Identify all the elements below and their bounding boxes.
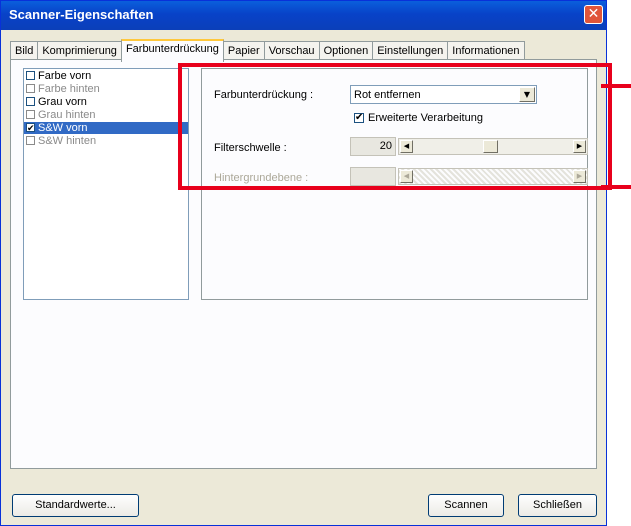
checkbox-icon[interactable] — [26, 136, 35, 145]
list-item-label: Farbe hinten — [38, 83, 100, 95]
checkbox-icon[interactable] — [26, 110, 35, 119]
highlight-box — [178, 63, 612, 190]
tab-strip: Bild Komprimierung Farbunterdrückung Papier… — [10, 39, 525, 62]
checkbox-icon[interactable] — [26, 97, 35, 106]
list-item[interactable]: Grau hinten — [24, 109, 188, 121]
list-item[interactable]: Farbe hinten — [24, 83, 188, 95]
defaults-button[interactable]: Standardwerte... — [12, 494, 139, 517]
list-item-label: Grau hinten — [38, 109, 96, 121]
tab-farbunterdrueckung[interactable]: Farbunterdrückung — [120, 39, 224, 62]
list-item[interactable]: S&W hinten — [24, 135, 188, 147]
checkmark-icon[interactable]: ✔ — [26, 123, 35, 133]
list-item-selected[interactable]: ✔ S&W vorn — [24, 122, 188, 134]
close-button[interactable]: Schließen — [518, 494, 597, 517]
list-item-label: Grau vorn — [38, 96, 87, 108]
window-title: Scanner-Eigenschaften — [9, 7, 154, 22]
list-item[interactable]: Farbe vorn — [24, 70, 188, 82]
callout-line-top — [601, 84, 631, 88]
checkbox-icon[interactable] — [26, 84, 35, 93]
checkbox-icon[interactable] — [26, 71, 35, 80]
close-icon[interactable]: ✕ — [584, 5, 603, 24]
list-item[interactable]: Grau vorn — [24, 96, 188, 108]
list-item-label: Farbe vorn — [38, 70, 92, 82]
list-item-label: S&W hinten — [38, 135, 97, 147]
title-bar[interactable]: Scanner-Eigenschaften ✕ — [1, 1, 606, 30]
list-item-label: S&W vorn — [38, 122, 88, 134]
scan-button[interactable]: Scannen — [428, 494, 504, 517]
image-type-list[interactable]: Farbe vorn Farbe hinten Grau vorn Grau h… — [23, 68, 189, 300]
callout-line-bottom — [601, 185, 631, 189]
